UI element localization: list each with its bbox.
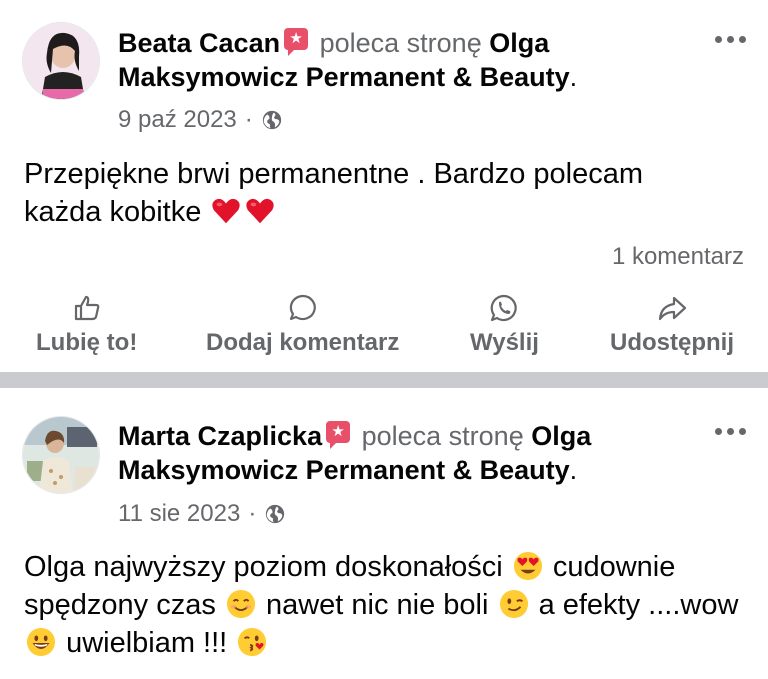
recommends-text: poleca stronę (319, 28, 482, 58)
share-button[interactable]: Udostępnij (610, 293, 734, 357)
post-text: Olga najwyższy poziom doskonałości cudow… (24, 548, 744, 662)
smiling-emoji-icon (226, 589, 255, 619)
wink-emoji-icon (499, 589, 528, 619)
action-bar: Lubię to! Dodaj komentarz Wyślij Udostęp… (0, 293, 768, 363)
post-meta: 11 sie 2023 · (118, 500, 286, 528)
comment-icon (289, 294, 316, 321)
post-divider (0, 372, 768, 388)
share-label: Udostępnij (610, 329, 734, 356)
comment-button[interactable]: Dodaj komentarz (206, 293, 399, 357)
globe-icon (262, 110, 281, 130)
send-button[interactable]: Wyślij (470, 293, 539, 357)
post-text: Przepiękne brwi permanentne . Bardzo pol… (24, 155, 744, 231)
heart-emoji-icon (212, 198, 241, 224)
heart-eyes-emoji-icon (513, 551, 542, 581)
grin-emoji-icon (26, 627, 56, 657)
period: . (569, 62, 578, 92)
more-options-icon[interactable] (715, 428, 746, 435)
post-text-line: Przepiękne brwi permanentne . Bardzo pol… (24, 158, 643, 190)
avatar[interactable] (22, 416, 100, 494)
like-label: Lubię to! (36, 329, 138, 356)
share-icon (658, 296, 687, 321)
post-text-part: nawet nic nie boli (265, 589, 489, 621)
post-header: Beata Cacan poleca stronę Olga Maksymowi… (118, 26, 718, 94)
heart-emoji-icon (246, 198, 275, 224)
kiss-emoji-icon (238, 627, 267, 657)
recommends-text: poleca stronę (361, 421, 524, 451)
more-options-icon[interactable] (715, 36, 746, 43)
like-icon (74, 295, 100, 321)
author-name[interactable]: Marta Czaplicka (118, 421, 322, 451)
recommendation-post: Beata Cacan poleca stronę Olga Maksymowi… (0, 0, 768, 372)
post-header: Marta Czaplicka poleca stronę Olga Maksy… (118, 419, 718, 487)
meta-separator: · (248, 500, 257, 527)
post-date[interactable]: 11 sie 2023 (118, 500, 240, 528)
recommendation-badge-icon (284, 28, 309, 56)
post-text-part: a efekty ....wow (538, 589, 739, 621)
whatsapp-icon (491, 294, 518, 322)
like-button[interactable]: Lubię to! (36, 293, 137, 357)
meta-separator: · (244, 106, 253, 133)
recommendation-badge-icon (326, 421, 351, 449)
post-text-part: Olga najwyższy poziom doskonałości (24, 551, 503, 583)
post-date[interactable]: 9 paź 2023 (118, 106, 237, 134)
send-label: Wyślij (470, 329, 539, 356)
post-meta: 9 paź 2023 · (118, 106, 283, 134)
post-text-part: uwielbiam !!! (66, 627, 228, 659)
post-text-line: każda kobitke (24, 196, 202, 228)
globe-icon (266, 504, 285, 524)
period: . (569, 455, 578, 485)
avatar[interactable] (22, 22, 100, 100)
author-name[interactable]: Beata Cacan (118, 28, 280, 58)
comment-count[interactable]: 1 komentarz (612, 243, 744, 271)
comment-label: Dodaj komentarz (206, 329, 400, 356)
